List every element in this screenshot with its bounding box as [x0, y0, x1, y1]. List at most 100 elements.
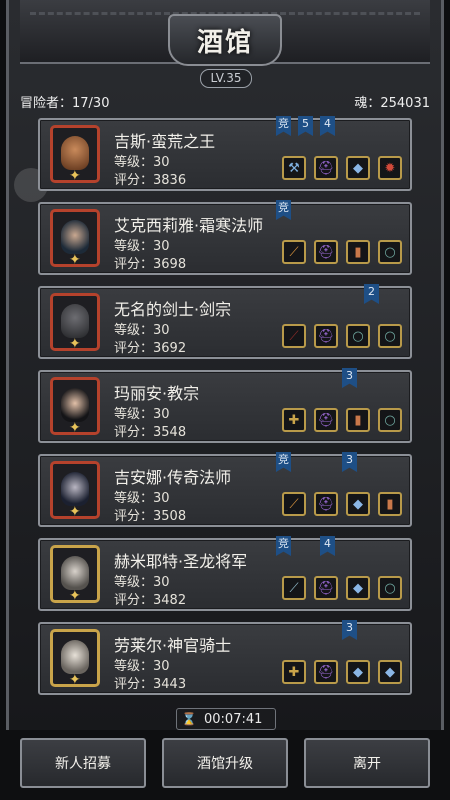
- rank-flag: 竞: [276, 200, 291, 220]
- hero-name: 无名的剑士·剑宗: [114, 300, 232, 319]
- hero-score: 评分：3692: [114, 341, 187, 356]
- hero-face: [61, 136, 89, 170]
- equipment-slots: ⟋ ⛑ ○ ○: [282, 324, 402, 348]
- ring-icon[interactable]: ○: [378, 408, 402, 432]
- page-title: 酒馆: [196, 27, 253, 58]
- armor-icon[interactable]: ◆: [346, 576, 370, 600]
- rank-flag: 3: [342, 368, 357, 388]
- hero-level: 等级：30: [114, 407, 170, 422]
- hero-face: [61, 556, 89, 590]
- upgrade-tavern-button[interactable]: 酒馆升级: [162, 738, 288, 788]
- helmet-icon[interactable]: ⛑: [314, 660, 338, 684]
- star-icon: ✦: [69, 588, 81, 603]
- helmet-icon[interactable]: ⛑: [314, 324, 338, 348]
- hero-card[interactable]: ✦ 吉安娜·传奇法师 等级：30 评分：3508 竞 3 ⟋ ⛑ ◆ ▮: [38, 452, 412, 527]
- armor-icon[interactable]: ◆: [378, 660, 402, 684]
- rank-flag: 4: [320, 536, 335, 556]
- helmet-icon[interactable]: ⛑: [314, 408, 338, 432]
- adventurer-count: 冒险者：17/30: [20, 96, 110, 111]
- hero-score: 评分：3443: [114, 677, 187, 692]
- stats-row: 冒险者：17/30 魂：254031: [20, 90, 430, 111]
- hero-card[interactable]: ✦ 玛丽安·教宗 等级：30 评分：3548 3 ✚ ⛑ ▮ ○: [38, 368, 412, 443]
- hero-face: [61, 472, 89, 506]
- hero-card[interactable]: ✦ 无名的剑士·剑宗 等级：30 评分：3692 2 ⟋ ⛑ ○ ○: [38, 284, 412, 359]
- refresh-timer: ⌛ 00:07:41: [176, 708, 276, 730]
- hero-name: 艾克西莉雅·霜寒法师: [114, 216, 264, 235]
- armor-icon[interactable]: ◆: [346, 660, 370, 684]
- rank-flag: 2: [364, 284, 379, 304]
- bottom-bar: 新人招募 酒馆升级 离开: [0, 730, 450, 800]
- equipment-slots: ⟋ ⛑ ◆ ▮: [282, 492, 402, 516]
- rank-flag: 竞: [276, 116, 291, 136]
- hero-score: 评分：3836: [114, 173, 187, 188]
- rank-flag: 4: [320, 116, 335, 136]
- helmet-icon[interactable]: ⛑: [314, 492, 338, 516]
- ring-icon[interactable]: ○: [346, 324, 370, 348]
- hero-score: 评分：3548: [114, 425, 187, 440]
- axe-icon[interactable]: ⚒: [282, 156, 306, 180]
- equipment-slots: ✚ ⛑ ▮ ○: [282, 408, 402, 432]
- boots-icon[interactable]: ✹: [378, 156, 402, 180]
- timer-text: 00:07:41: [204, 711, 263, 727]
- rank-flag: 竞: [276, 452, 291, 472]
- soul-count: 魂：254031: [354, 96, 430, 111]
- hero-score: 评分：3508: [114, 509, 187, 524]
- title-plate: 酒馆: [168, 14, 282, 66]
- star-icon: ✦: [69, 504, 81, 519]
- equipment-slots: ⚒ ⛑ ◆ ✹: [282, 156, 402, 180]
- rank-flag: 3: [342, 620, 357, 640]
- rank-flag: 3: [342, 452, 357, 472]
- hero-card[interactable]: ✦ 艾克西莉雅·霜寒法师 等级：30 评分：3698 竞 ⟋ ⛑ ▮ ○: [38, 200, 412, 275]
- hero-name: 吉斯·蛮荒之王: [114, 132, 216, 151]
- star-icon: ✦: [69, 420, 81, 435]
- scepter-icon[interactable]: ✚: [282, 408, 306, 432]
- helmet-icon[interactable]: ⛑: [314, 156, 338, 180]
- rank-flag: 5: [298, 116, 313, 136]
- boots-icon[interactable]: ▮: [346, 240, 370, 264]
- hero-face: [61, 640, 89, 674]
- hero-portrait: ✦: [50, 377, 100, 435]
- boots-icon[interactable]: ▮: [378, 492, 402, 516]
- recruit-button[interactable]: 新人招募: [20, 738, 146, 788]
- boots-icon[interactable]: ▮: [346, 408, 370, 432]
- header: 酒馆 LV.35: [0, 0, 450, 90]
- star-icon: ✦: [69, 672, 81, 687]
- star-icon: ✦: [69, 168, 81, 183]
- equipment-slots: ✚ ⛑ ◆ ◆: [282, 660, 402, 684]
- scepter-icon[interactable]: ✚: [282, 660, 306, 684]
- ring-icon[interactable]: ○: [378, 240, 402, 264]
- helmet-icon[interactable]: ⛑: [314, 576, 338, 600]
- hero-portrait: ✦: [50, 461, 100, 519]
- hero-level: 等级：30: [114, 323, 170, 338]
- spear-icon[interactable]: ⟋: [282, 576, 306, 600]
- hero-face: [61, 220, 89, 254]
- hero-card[interactable]: ✦ 赫米耶特·圣龙将军 等级：30 评分：3482 竞 4 ⟋ ⛑ ◆ ○: [38, 536, 412, 611]
- sword-icon[interactable]: ⟋: [282, 324, 306, 348]
- hero-card[interactable]: ✦ 劳莱尔·神官骑士 等级：30 评分：3443 3 ✚ ⛑ ◆ ◆: [38, 620, 412, 695]
- ring-icon[interactable]: ○: [378, 324, 402, 348]
- staff-icon[interactable]: ⟋: [282, 240, 306, 264]
- rank-flag: 竞: [276, 536, 291, 556]
- staff-icon[interactable]: ⟋: [282, 492, 306, 516]
- star-icon: ✦: [69, 252, 81, 267]
- hero-portrait: ✦: [50, 209, 100, 267]
- hero-level: 等级：30: [114, 659, 170, 674]
- hero-name: 吉安娜·传奇法师: [114, 468, 232, 487]
- hero-name: 赫米耶特·圣龙将军: [114, 552, 248, 571]
- hero-card[interactable]: ✦ 吉斯·蛮荒之王 等级：30 评分：3836 竞 5 4 ⚒ ⛑ ◆ ✹: [38, 116, 412, 191]
- hero-name: 玛丽安·教宗: [114, 384, 200, 403]
- hero-portrait: ✦: [50, 125, 100, 183]
- hero-face: [61, 388, 89, 422]
- hero-level: 等级：30: [114, 491, 170, 506]
- ring-icon[interactable]: ○: [378, 576, 402, 600]
- armor-icon[interactable]: ◆: [346, 156, 370, 180]
- armor-icon[interactable]: ◆: [346, 492, 370, 516]
- hero-portrait: ✦: [50, 629, 100, 687]
- star-icon: ✦: [69, 336, 81, 351]
- hourglass-icon: ⌛: [181, 712, 197, 726]
- hero-face: [61, 304, 89, 338]
- hero-score: 评分：3698: [114, 257, 187, 272]
- helmet-icon[interactable]: ⛑: [314, 240, 338, 264]
- equipment-slots: ⟋ ⛑ ▮ ○: [282, 240, 402, 264]
- leave-button[interactable]: 离开: [304, 738, 430, 788]
